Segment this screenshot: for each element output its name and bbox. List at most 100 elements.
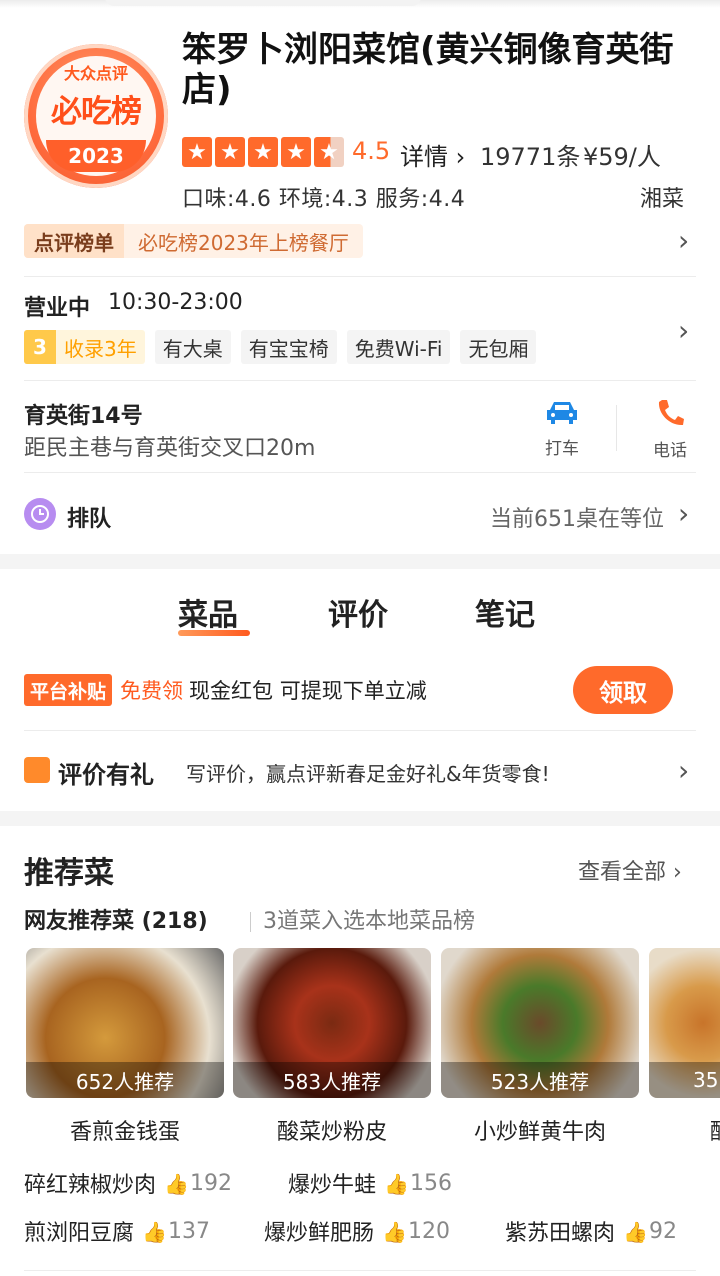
action-divider [616, 405, 617, 451]
dish-name[interactable]: 小炒鲜黄牛肉 [441, 1114, 639, 1146]
chevron-right-icon[interactable]: › [678, 314, 689, 347]
dish-recommend-count: 523人推荐 [441, 1062, 639, 1098]
feature-tags: 3 收录3年 有大桌 有宝宝椅 免费Wi-Fi 无包厢 [24, 330, 537, 364]
dish-chip-count: 120 [408, 1218, 451, 1244]
subsidy-text: 现金红包 可提现下单立减 [189, 679, 427, 703]
details-link[interactable]: 详情 › [400, 137, 465, 172]
listed-years-tag: 3 收录3年 [24, 330, 145, 364]
thumbs-up-icon: 👍 [384, 1172, 409, 1196]
netizen-recommend-title: 网友推荐菜 (218) [24, 909, 208, 934]
star-icon: ★ [215, 137, 245, 167]
dish-name[interactable]: 酸菜炒粉皮 [233, 1114, 431, 1146]
tab-dishes[interactable]: 菜品 [178, 590, 238, 634]
search-bar-edge[interactable] [105, 0, 421, 6]
subsidy-tag: 平台补贴 [24, 674, 113, 706]
dish-chip[interactable]: 碎红辣椒炒肉 👍 192 [24, 1167, 232, 1199]
divider [24, 380, 696, 381]
gift-icon [24, 757, 50, 783]
dish-chip-count: 192 [190, 1170, 233, 1196]
queue-status[interactable]: 当前651桌在等位 [490, 501, 664, 533]
subsidy-banner[interactable]: 平台补贴 免费领 现金红包 可提现下单立减 [24, 674, 427, 706]
dish-name[interactable]: 酸 [710, 1114, 720, 1146]
dish-recommend-count: 35 [649, 1062, 720, 1098]
dish-photo[interactable]: 583人推荐 [233, 948, 431, 1098]
tag-no-private-room: 无包厢 [460, 330, 537, 364]
phone-icon [658, 400, 684, 426]
dish-chip-count: 156 [410, 1170, 453, 1196]
details-label: 详情 [400, 143, 448, 171]
taxi-button[interactable]: 打车 [534, 398, 590, 459]
thumbs-up-icon: 👍 [623, 1220, 648, 1244]
chevron-right-icon[interactable]: › [678, 497, 689, 530]
badge-main: 必吃榜 [51, 94, 142, 130]
see-all-link[interactable]: 查看全部 › [578, 854, 682, 886]
ranking-note: 3道菜入选本地菜品榜 [250, 903, 475, 935]
dish-chip-name: 紫苏田螺肉 [505, 1221, 616, 1246]
chevron-right-icon: › [673, 860, 682, 885]
phone-button[interactable]: 电话 [642, 398, 698, 461]
half-star-icon: ★ [314, 137, 344, 167]
review-gift-text[interactable]: 写评价，赢点评新春足金好礼&年货零食! [186, 758, 550, 787]
divider [24, 472, 696, 473]
address-detail[interactable]: 距民主巷与育英街交叉口20m [24, 430, 315, 462]
address-street[interactable]: 育英街14号 [24, 398, 143, 430]
listed-years-text: 收录3年 [64, 336, 137, 361]
claim-button[interactable]: 领取 [573, 666, 673, 714]
divider [24, 276, 696, 277]
listed-years-number: 3 [24, 330, 56, 364]
dish-chip-name: 煎浏阳豆腐 [24, 1221, 135, 1246]
dish-chip-name: 爆炒鲜肥肠 [264, 1221, 375, 1246]
ranking-banner[interactable]: 点评榜单 必吃榜2023年上榜餐厅 [24, 224, 363, 258]
business-hours: 10:30-23:00 [108, 290, 243, 315]
dish-recommend-count: 652人推荐 [26, 1062, 224, 1098]
queue-label[interactable]: 排队 [67, 501, 111, 533]
chevron-right-icon: › [455, 143, 466, 171]
review-gift-title[interactable]: 评价有礼 [58, 755, 154, 790]
dish-chip[interactable]: 爆炒牛蛙 👍 156 [288, 1167, 452, 1199]
dish-chip-name: 碎红辣椒炒肉 [24, 1173, 157, 1198]
dish-chip-count: 92 [649, 1218, 678, 1244]
dish-chip[interactable]: 紫苏田螺肉 👍 92 [505, 1215, 677, 1247]
tab-notes[interactable]: 笔记 [475, 590, 535, 634]
separator [250, 912, 251, 932]
chevron-right-icon[interactable]: › [678, 224, 689, 257]
star-icon: ★ [248, 137, 278, 167]
rating-score: 4.5 [352, 137, 391, 165]
tab-reviews[interactable]: 评价 [328, 590, 388, 634]
see-all-label: 查看全部 [578, 860, 667, 885]
dish-photo[interactable]: 523人推荐 [441, 948, 639, 1098]
divider [24, 730, 696, 731]
restaurant-name: 笨罗卜浏阳菜馆(黄兴铜像育英街店) [182, 30, 674, 110]
subsidy-free: 免费领 [120, 679, 184, 703]
dish-recommend-count: 583人推荐 [233, 1062, 431, 1098]
badge-year: 2023 [68, 144, 124, 168]
dish-name[interactable]: 香煎金钱蛋 [26, 1114, 224, 1146]
active-tab-indicator [178, 630, 250, 636]
phone-label: 电话 [653, 441, 687, 461]
business-status: 营业中 [24, 296, 91, 321]
section-gap [0, 811, 720, 826]
price-per-person: ¥59/人 [583, 143, 661, 171]
tag-baby-chair: 有宝宝椅 [240, 330, 337, 364]
review-count[interactable]: 19771条 [480, 137, 580, 172]
dish-chip[interactable]: 煎浏阳豆腐 👍 137 [24, 1215, 210, 1247]
thumbs-up-icon: 👍 [142, 1220, 167, 1244]
chevron-right-icon[interactable]: › [678, 754, 689, 787]
recommended-title: 推荐菜 [24, 856, 114, 891]
tag-large-table: 有大桌 [154, 330, 231, 364]
thumbs-up-icon: 👍 [164, 1172, 189, 1196]
dish-photo[interactable]: 35 [649, 948, 720, 1098]
section-gap [0, 554, 720, 569]
thumbs-up-icon: 👍 [382, 1220, 407, 1244]
divider [24, 1270, 696, 1271]
tag-free-wifi: 免费Wi-Fi [346, 330, 451, 364]
must-eat-badge: 大众点评 必吃榜 2023 [24, 44, 168, 188]
rating-stars: ★ ★ ★ ★ ★ [182, 137, 344, 167]
dish-chip[interactable]: 爆炒鲜肥肠 👍 120 [264, 1215, 450, 1247]
content-tabs: 菜品 评价 笔记 [0, 590, 720, 640]
dish-photo[interactable]: 652人推荐 [26, 948, 224, 1098]
dish-chip-count: 137 [168, 1218, 211, 1244]
taxi-label: 打车 [545, 439, 579, 459]
ranking-note-text: 3道菜入选本地菜品榜 [263, 909, 475, 934]
star-icon: ★ [281, 137, 311, 167]
